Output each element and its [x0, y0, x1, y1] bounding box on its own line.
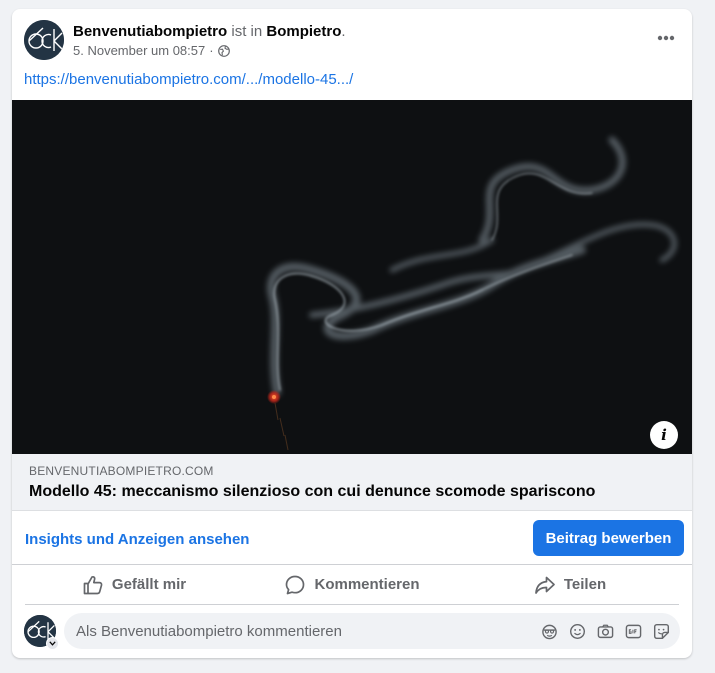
- smoke-image: [12, 100, 692, 454]
- page-avatar[interactable]: [24, 20, 64, 60]
- link-preview-image[interactable]: i: [12, 100, 692, 454]
- thumbs-up-icon: [83, 575, 103, 594]
- like-button[interactable]: Gefällt mir: [25, 565, 243, 604]
- comment-label: Kommentieren: [314, 576, 420, 593]
- comment-input[interactable]: [64, 613, 534, 649]
- post-card: Benvenutiabompietro ist in Bompietro. 5.…: [12, 9, 692, 658]
- preview-title: Modello 45: meccanismo silenzioso con cu…: [29, 483, 596, 500]
- comment-box: [64, 613, 680, 649]
- comment-button[interactable]: Kommentieren: [243, 565, 461, 604]
- post-header: Benvenutiabompietro ist in Bompietro. 5.…: [12, 9, 692, 69]
- comment-composer: [24, 613, 680, 650]
- meta-separator: ·: [209, 43, 214, 58]
- status-text: ist in: [231, 23, 263, 40]
- like-label: Gefällt mir: [111, 576, 187, 593]
- gif-icon[interactable]: [624, 622, 642, 640]
- more-options-button[interactable]: [652, 24, 680, 52]
- info-button[interactable]: i: [650, 421, 678, 449]
- boost-post-button[interactable]: Beitrag bewerben: [533, 520, 684, 556]
- emoji-icon[interactable]: [568, 622, 586, 640]
- commenter-avatar[interactable]: [24, 615, 59, 650]
- post-timestamp[interactable]: 5. November um 08:57: [73, 43, 205, 59]
- place-suffix: .: [341, 23, 346, 40]
- comment-tools: [540, 622, 670, 640]
- preview-domain: BENVENUTIABOMPIETRO.COM: [29, 464, 214, 478]
- sticker-icon[interactable]: [652, 622, 670, 640]
- bck-logo-icon: [24, 20, 64, 60]
- globe-icon[interactable]: [217, 45, 230, 57]
- author-name[interactable]: Benvenutiabompietro: [73, 23, 227, 40]
- share-arrow-icon: [535, 576, 555, 594]
- post-actions: Gefällt mir Kommentieren Teilen: [25, 565, 679, 605]
- link-preview[interactable]: BENVENUTIABOMPIETRO.COM Modello 45: mecc…: [12, 454, 692, 511]
- promo-bar: Insights und Anzeigen ansehen Beitrag be…: [12, 511, 692, 565]
- chevron-down-icon[interactable]: [46, 637, 59, 650]
- author-line: Benvenutiabompietro ist in Bompietro.: [73, 22, 346, 41]
- post-meta: 5. November um 08:57 ·: [73, 43, 230, 59]
- insights-link[interactable]: Insights und Anzeigen ansehen: [25, 530, 249, 549]
- more-dots-icon: [657, 35, 675, 41]
- share-label: Teilen: [563, 576, 607, 593]
- share-button[interactable]: Teilen: [461, 565, 679, 604]
- camera-icon[interactable]: [596, 622, 614, 640]
- comment-bubble-icon: [286, 575, 305, 594]
- avatar-sticker-icon[interactable]: [540, 622, 558, 640]
- place-name[interactable]: Bompietro: [266, 23, 341, 40]
- post-link[interactable]: https://benvenutiabompietro.com/.../mode…: [24, 70, 353, 89]
